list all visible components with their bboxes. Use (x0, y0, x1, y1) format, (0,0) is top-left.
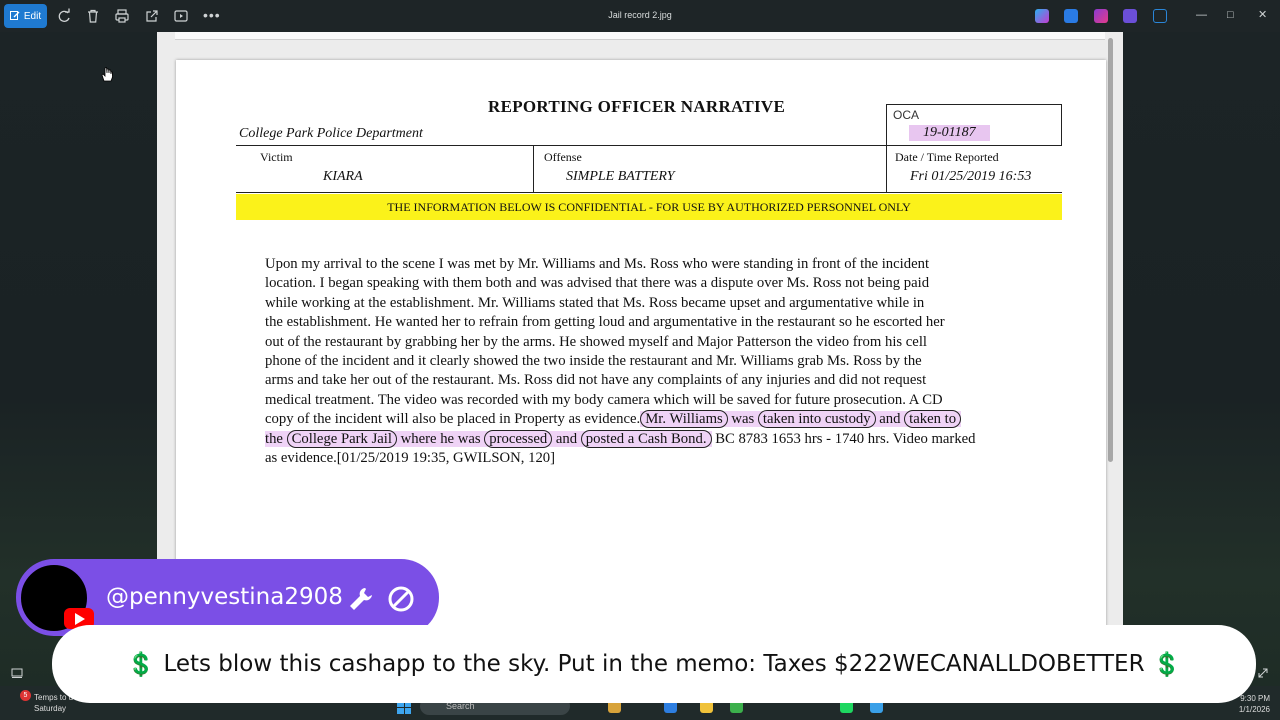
oca-label: OCA (893, 108, 920, 122)
date-label: Date / Time Reported (895, 150, 999, 164)
circled-phrase: College Park Jail (286, 429, 397, 448)
app-icon-violet[interactable] (1123, 9, 1137, 23)
dollar-icon: 💲 (1152, 651, 1182, 678)
wrench-icon (347, 585, 375, 613)
print-icon[interactable] (114, 8, 130, 24)
offense-value: SIMPLE BATTERY (566, 169, 675, 184)
narrative-segment: was (727, 411, 758, 428)
narrative-line: phone of the incident and it clearly sho… (265, 353, 922, 370)
rotate-icon[interactable] (56, 8, 72, 24)
circled-phrase: Mr. Williams (640, 410, 728, 429)
report-title: REPORTING OFFICER NARRATIVE (488, 97, 786, 116)
narrative-line: copy of the incident will also be placed… (265, 410, 1057, 429)
offense-label: Offense (544, 150, 582, 164)
oca-value: 19-01187 (909, 125, 990, 141)
circled-phrase: processed (484, 429, 553, 448)
memo-banner: 💲 Lets blow this cashapp to the sky. Put… (52, 625, 1256, 703)
narrative-segment: where he was (396, 430, 485, 447)
narrative-line: arms and take her out of the restaurant.… (265, 372, 927, 389)
title-bar: Edit ••• Jail record 2.jpg — □ ✕ (0, 0, 1280, 32)
divider (533, 146, 534, 192)
narrative-segment: and (552, 430, 581, 447)
memo-text: Lets blow this cashapp to the sky. Put i… (163, 651, 1145, 677)
no-sign-icon (387, 585, 415, 613)
copilot-icon[interactable] (1035, 9, 1049, 23)
minimize-icon[interactable]: — (1196, 8, 1207, 22)
edit-label: Edit (23, 10, 42, 22)
edit-icon (9, 11, 20, 20)
app-icon-blue[interactable] (1064, 9, 1078, 23)
edit-button[interactable]: Edit (4, 4, 47, 28)
narrative-text: Upon my arrival to the scene I was met b… (265, 255, 1057, 468)
narrative-line: the College Park Jail where he was proce… (265, 429, 1057, 449)
clock-date: 1/1/2026 (1238, 705, 1270, 714)
circled-phrase: taken to (904, 410, 962, 429)
header-row: Victim KIARA Offense SIMPLE BATTERY Date… (236, 145, 1062, 193)
film-strip-icon[interactable] (11, 666, 23, 678)
victim-value: KIARA (323, 169, 363, 184)
slideshow-icon[interactable] (173, 8, 189, 24)
weather-day: Saturday (34, 704, 67, 713)
circled-phrase: posted a Cash Bond. (580, 429, 712, 448)
divider (886, 146, 887, 192)
hand-cursor-icon (100, 66, 114, 82)
date-value: Fri 01/25/2019 16:53 (910, 169, 1032, 184)
fullscreen-icon[interactable] (1257, 666, 1269, 678)
more-icon[interactable]: ••• (203, 8, 221, 22)
narrative-line: Upon my arrival to the scene I was met b… (265, 256, 930, 272)
page-edge (175, 32, 1105, 40)
narrative-segment: BC 8783 1653 hrs - 1740 hrs. Video marke… (711, 430, 976, 447)
narrative-line: out of the restaurant by grabbing her by… (265, 333, 927, 350)
close-icon[interactable]: ✕ (1258, 8, 1267, 22)
scrollbar[interactable] (1108, 38, 1113, 462)
weather-badge: 5 (20, 690, 31, 701)
window-title: Jail record 2.jpg (608, 10, 672, 20)
narrative-line: as evidence.[01/25/2019 19:35, GWILSON, … (265, 450, 556, 467)
cloud-icon[interactable] (1153, 9, 1167, 23)
share-icon[interactable] (144, 8, 160, 24)
app-icon-purple[interactable] (1094, 9, 1108, 23)
narrative-segment: copy of the incident will also be placed… (265, 411, 641, 428)
circled-phrase: taken into custody (757, 410, 876, 429)
oca-box: OCA 19-01187 (886, 104, 1062, 146)
narrative-line: location. I began speaking with them bot… (265, 275, 930, 292)
narrative-segment: the (265, 430, 287, 447)
narrative-segment: and (875, 411, 905, 428)
maximize-icon[interactable]: □ (1227, 8, 1234, 22)
document-page: REPORTING OFFICER NARRATIVE College Park… (176, 60, 1106, 632)
department-name: College Park Police Department (239, 126, 423, 141)
victim-label: Victim (260, 150, 293, 164)
channel-handle: @pennyvestina2908 (106, 584, 343, 610)
dollar-icon: 💲 (126, 651, 156, 678)
narrative-line: medical treatment. The video was recorde… (265, 391, 943, 408)
narrative-line: the establishment. He wanted her to refr… (265, 314, 945, 331)
confidential-banner: THE INFORMATION BELOW IS CONFIDENTIAL - … (236, 194, 1062, 220)
narrative-line: while working at the establishment. Mr. … (265, 294, 925, 311)
delete-icon[interactable] (85, 8, 101, 24)
